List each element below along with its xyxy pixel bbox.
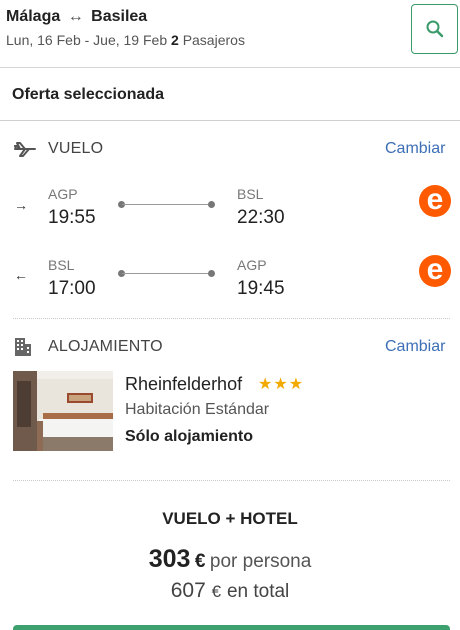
passenger-count: 2 xyxy=(171,32,179,48)
airline-logo-icon: e xyxy=(419,255,451,287)
origin-city: Málaga xyxy=(6,8,61,25)
airline-logo-icon: e xyxy=(419,185,451,217)
hotel-name[interactable]: Rheinfelderhof xyxy=(125,374,242,395)
passenger-label: Pasajeros xyxy=(182,32,245,48)
outbound-destination-code: BSL xyxy=(237,186,264,202)
price-total-label: en total xyxy=(226,581,290,602)
return-direction-icon: ← xyxy=(14,267,28,283)
price-per-person-amount: 303 xyxy=(148,545,191,573)
price-total-amount: 607 xyxy=(170,579,206,602)
price-total: 607 € en total xyxy=(0,579,460,603)
date-range: Lun, 16 Feb - Jue, 19 Feb xyxy=(6,32,168,48)
search-button[interactable] xyxy=(411,4,458,54)
section-divider xyxy=(0,120,460,121)
return-destination-dot xyxy=(208,270,215,277)
outbound-arrival-time: 22:30 xyxy=(237,207,285,228)
price-per-person-label: por persona xyxy=(209,551,312,572)
room-type: Habitación Estándar xyxy=(125,401,270,418)
trip-dates: Lun, 16 Feb - Jue, 19 Feb 2 Pasajeros xyxy=(6,32,245,48)
round-trip-arrow-icon: ↔ xyxy=(67,8,84,25)
hotel-photo[interactable] xyxy=(13,371,113,451)
outbound-departure-time: 19:55 xyxy=(48,207,96,228)
plane-icon xyxy=(14,142,36,157)
flight-section-label: VUELO xyxy=(48,140,104,157)
selected-offer-title: Oferta seleccionada xyxy=(12,86,165,103)
star-rating-icon: ★★★ xyxy=(258,376,305,393)
search-icon xyxy=(426,20,443,38)
outbound-direction-icon: → xyxy=(14,197,28,213)
accommodation-section-label: ALOJAMIENTO xyxy=(48,338,163,355)
outbound-destination-dot xyxy=(208,201,215,208)
destination-city: Basilea xyxy=(91,8,148,25)
continue-button[interactable] xyxy=(13,625,450,630)
outbound-origin-code: AGP xyxy=(48,186,78,202)
section-separator xyxy=(13,318,450,319)
board-type: Sólo alojamiento xyxy=(125,428,254,445)
return-origin-code: BSL xyxy=(48,257,75,273)
search-summary-header: Málaga ↔ Basilea Lun, 16 Feb - Jue, 19 F… xyxy=(0,0,460,68)
package-title: VUELO + HOTEL xyxy=(162,509,298,528)
return-departure-time: 17:00 xyxy=(48,278,96,299)
price-per-person: 303 € por persona xyxy=(0,545,460,574)
building-icon xyxy=(15,338,31,356)
route-title: Málaga ↔ Basilea xyxy=(6,8,147,26)
return-arrival-time: 19:45 xyxy=(237,278,285,299)
outbound-route-line xyxy=(122,204,211,205)
return-destination-code: AGP xyxy=(237,257,267,273)
change-flight-link[interactable]: Cambiar xyxy=(385,140,445,158)
section-separator xyxy=(13,480,450,481)
price-total-currency: € xyxy=(211,582,222,601)
price-currency: € xyxy=(194,551,206,572)
change-hotel-link[interactable]: Cambiar xyxy=(385,338,445,356)
return-route-line xyxy=(122,273,211,274)
